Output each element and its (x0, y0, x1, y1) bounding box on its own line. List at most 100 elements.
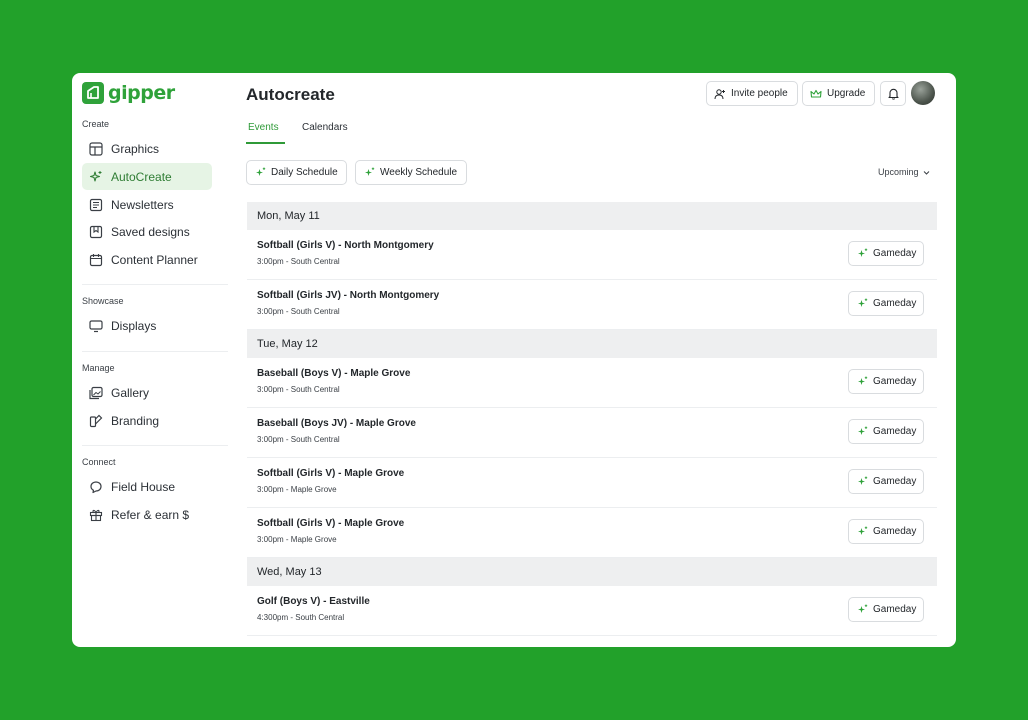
event-row[interactable]: Softball (Girls V) - Maple Grove 3:00pm -… (247, 508, 937, 558)
day-header-label: Wed, May 13 (257, 566, 322, 578)
tab-label: Calendars (302, 122, 348, 133)
event-row[interactable]: Softball (Girls V) - Maple Grove 3:00pm -… (247, 458, 937, 508)
event-time-location: 3:00pm - South Central (257, 435, 340, 444)
chat-icon (90, 480, 102, 493)
sidebar-item-displays[interactable]: Displays (82, 312, 212, 339)
gameday-button[interactable]: Gameday (848, 597, 924, 622)
event-row[interactable]: Softball (Girls JV) - North Montgomery 3:… (247, 280, 937, 330)
notifications-button[interactable] (880, 81, 906, 106)
sparkle-icon (858, 248, 868, 257)
sidebar-item-label: Graphics (111, 141, 160, 156)
upgrade-label: Upgrade (827, 88, 866, 99)
event-title: Baseball (Boys V) - Maple Grove (257, 368, 411, 379)
sidebar-item-label: Content Planner (111, 252, 198, 267)
sidebar-item-label: Field House (111, 479, 176, 494)
gameday-button[interactable]: Gameday (848, 419, 924, 444)
user-plus-icon (714, 88, 725, 99)
sidebar-item-label: AutoCreate (111, 169, 172, 184)
event-time-location: 4:300pm - South Central (257, 613, 345, 622)
invite-people-label: Invite people (731, 88, 788, 99)
event-time-location: 3:00pm - South Central (257, 307, 340, 316)
newsletter-icon (89, 198, 103, 211)
event-title: Baseball (Boys JV) - Maple Grove (257, 418, 416, 429)
crown-icon (810, 89, 822, 98)
tab-active-indicator (246, 142, 285, 144)
tab-events[interactable]: Events (246, 122, 285, 144)
bell-icon (887, 88, 899, 100)
event-title: Softball (Girls V) - Maple Grove (257, 518, 405, 529)
event-row[interactable]: Golf (Boys V) - Eastville 4:300pm - South… (247, 586, 937, 636)
gameday-label: Gameday (873, 248, 917, 259)
event-row[interactable]: Softball (Girls V) - North Montgomery 3:0… (247, 230, 937, 280)
sidebar-divider (82, 351, 228, 352)
day-header-label: Tue, May 12 (257, 338, 318, 350)
weekly-schedule-label: Weekly Schedule (380, 167, 458, 178)
day-header: Tue, May 12 (247, 330, 937, 358)
sparkle-icon (858, 376, 868, 385)
event-title: Golf (Boys V) - Eastville (257, 596, 370, 607)
gameday-button[interactable]: Gameday (848, 291, 924, 316)
sidebar-divider (82, 284, 228, 285)
sparkle-icon (89, 170, 102, 182)
invite-people-button[interactable]: Invite people (706, 81, 798, 106)
gameday-label: Gameday (873, 426, 917, 437)
sparkle-icon (858, 298, 868, 307)
event-row[interactable]: Baseball (Boys JV) - Maple Grove 3:00pm -… (247, 408, 937, 458)
sidebar: gipper Create Graphics AutoCreate Newsle… (72, 73, 228, 647)
tab-calendars[interactable]: Calendars (302, 122, 348, 133)
event-time-location: 3:00pm - Maple Grove (257, 535, 337, 544)
sidebar-item-label: Branding (111, 413, 160, 428)
sparkle-icon (256, 167, 266, 176)
avatar[interactable] (911, 81, 935, 105)
monitor-icon (89, 319, 103, 332)
gallery-icon (89, 386, 103, 399)
upgrade-button[interactable]: Upgrade (802, 81, 875, 106)
event-title: Softball (Girls V) - North Montgomery (257, 240, 434, 251)
logo-text: gipper (108, 82, 175, 104)
gameday-label: Gameday (873, 298, 917, 309)
sidebar-item-label: Newsletters (111, 197, 174, 212)
upcoming-filter-label: Upcoming (878, 167, 919, 177)
event-list: Mon, May 11 Softball (Girls V) - North Mo… (247, 202, 937, 636)
sparkle-icon (858, 526, 868, 535)
event-row[interactable]: Baseball (Boys V) - Maple Grove 3:00pm - … (247, 358, 937, 408)
gameday-label: Gameday (873, 376, 917, 387)
sidebar-item-field-house[interactable]: Field House (82, 473, 212, 500)
gameday-button[interactable]: Gameday (848, 469, 924, 494)
daily-schedule-button[interactable]: Daily Schedule (246, 160, 347, 185)
sidebar-item-saved-designs[interactable]: Saved designs (82, 218, 212, 245)
event-time-location: 3:00pm - South Central (257, 385, 340, 394)
gameday-button[interactable]: Gameday (848, 369, 924, 394)
layout-icon (89, 141, 103, 156)
chevron-down-icon (923, 170, 929, 175)
sparkle-icon (858, 476, 868, 485)
event-time-location: 3:00pm - South Central (257, 257, 340, 266)
page-title: Autocreate (246, 85, 335, 104)
section-label-manage: Manage (82, 363, 115, 373)
section-label-showcase: Showcase (82, 296, 124, 306)
gameday-label: Gameday (873, 526, 917, 537)
branding-icon (89, 414, 103, 427)
sidebar-item-label: Gallery (111, 385, 150, 400)
event-time-location: 3:00pm - Maple Grove (257, 485, 337, 494)
sidebar-item-autocreate[interactable]: AutoCreate (82, 163, 212, 190)
bookmark-icon (89, 225, 103, 238)
sidebar-item-label: Saved designs (111, 224, 190, 239)
sidebar-item-refer-earn[interactable]: Refer & earn $ (82, 501, 212, 528)
gameday-button[interactable]: Gameday (848, 241, 924, 266)
gameday-label: Gameday (873, 476, 917, 487)
sidebar-item-branding[interactable]: Branding (82, 407, 212, 434)
gameday-button[interactable]: Gameday (848, 519, 924, 544)
logo[interactable]: gipper (82, 82, 175, 104)
gameday-label: Gameday (873, 604, 917, 615)
event-title: Softball (Girls JV) - North Montgomery (257, 290, 440, 301)
sidebar-item-gallery[interactable]: Gallery (82, 379, 212, 406)
sparkle-icon (365, 167, 375, 176)
gift-icon (89, 509, 103, 521)
upcoming-filter-dropdown[interactable]: Upcoming (878, 167, 930, 177)
sidebar-item-newsletters[interactable]: Newsletters (82, 191, 212, 218)
sidebar-item-content-planner[interactable]: Content Planner (82, 246, 212, 273)
section-label-create: Create (82, 119, 110, 129)
sidebar-item-graphics[interactable]: Graphics (82, 135, 212, 162)
weekly-schedule-button[interactable]: Weekly Schedule (355, 160, 467, 185)
